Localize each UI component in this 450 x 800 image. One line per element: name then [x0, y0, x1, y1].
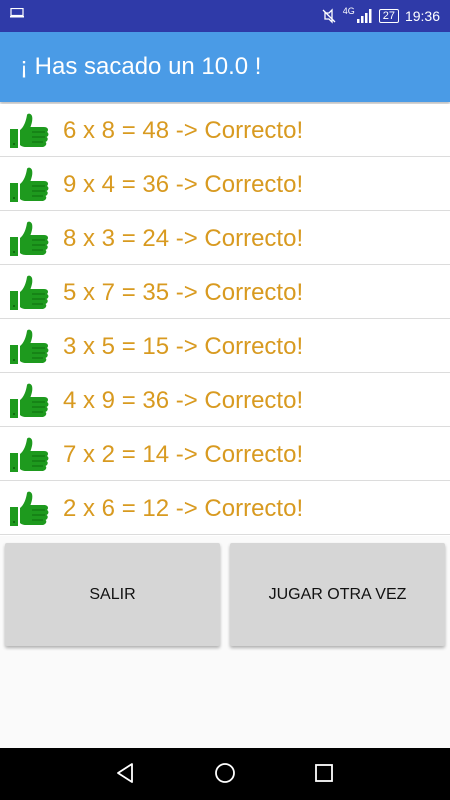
thumbs-up-icon	[8, 382, 50, 420]
battery-icon: 27	[378, 9, 399, 23]
status-icons: 4G 27 19:36	[321, 0, 440, 32]
recents-icon[interactable]	[315, 764, 333, 782]
thumbs-up-icon	[8, 112, 50, 150]
results-list: 6 x 8 = 48 -> Correcto! 9 x 4 = 36 -> Cor…	[0, 104, 450, 536]
app-bar: ¡ Has sacado un 10.0 !	[0, 32, 450, 102]
mute-icon	[322, 8, 336, 24]
status-time: 19:36	[404, 8, 440, 24]
signal-icon	[356, 9, 372, 23]
network-label: 4G	[342, 6, 355, 16]
thumbs-up-icon	[8, 328, 50, 366]
list-item: 7 x 2 = 14 -> Correcto!	[0, 428, 450, 481]
result-text: 3 x 5 = 15 -> Correcto!	[63, 333, 304, 360]
list-item: 3 x 5 = 15 -> Correcto!	[0, 320, 450, 373]
list-item: 8 x 3 = 24 -> Correcto!	[0, 212, 450, 265]
back-icon[interactable]	[115, 762, 135, 784]
result-text: 6 x 8 = 48 -> Correcto!	[63, 117, 304, 144]
navigation-bar	[0, 748, 450, 800]
page-title: ¡ Has sacado un 10.0 !	[20, 53, 262, 80]
screen-icon	[10, 8, 24, 18]
list-item: 4 x 9 = 36 -> Correcto!	[0, 374, 450, 427]
list-item: 5 x 7 = 35 -> Correcto!	[0, 266, 450, 319]
list-item: 6 x 8 = 48 -> Correcto!	[0, 104, 450, 157]
result-text: 7 x 2 = 14 -> Correcto!	[63, 441, 304, 468]
result-text: 4 x 9 = 36 -> Correcto!	[63, 387, 304, 414]
thumbs-up-icon	[8, 166, 50, 204]
home-icon[interactable]	[214, 762, 236, 784]
exit-button[interactable]: SALIR	[5, 543, 220, 646]
result-text: 9 x 4 = 36 -> Correcto!	[63, 171, 304, 198]
play-again-button[interactable]: JUGAR OTRA VEZ	[230, 543, 445, 646]
thumbs-up-icon	[8, 220, 50, 258]
thumbs-up-icon	[8, 490, 50, 528]
result-text: 5 x 7 = 35 -> Correcto!	[63, 279, 304, 306]
list-item: 2 x 6 = 12 -> Correcto!	[0, 482, 450, 535]
status-bar: 4G 27 19:36	[0, 0, 450, 32]
thumbs-up-icon	[8, 436, 50, 474]
result-text: 8 x 3 = 24 -> Correcto!	[63, 225, 304, 252]
thumbs-up-icon	[8, 274, 50, 312]
result-text: 2 x 6 = 12 -> Correcto!	[63, 495, 304, 522]
list-item: 9 x 4 = 36 -> Correcto!	[0, 158, 450, 211]
